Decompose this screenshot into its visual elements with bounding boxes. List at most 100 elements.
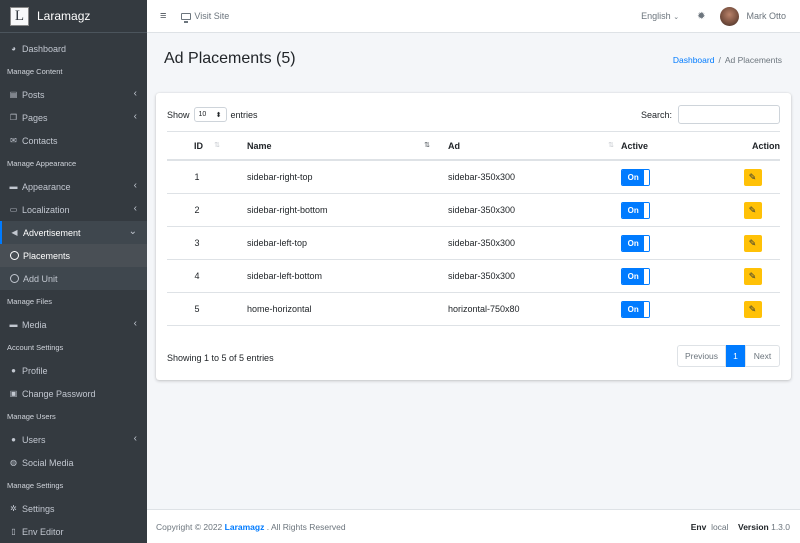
chevron-icon: ‹ [133, 318, 137, 329]
sidebar-item-settings[interactable]: ✲ Settings [0, 497, 147, 520]
sidebar-item-social-media[interactable]: ◍ Social Media [0, 451, 147, 474]
cell-name: sidebar-right-bottom [247, 205, 328, 215]
edit-button[interactable]: ✎ [743, 201, 762, 219]
avatar[interactable] [720, 6, 740, 26]
visit-site-label: Visit Site [194, 11, 230, 21]
sidebar-item-pages[interactable]: ❐ Pages ‹ [0, 106, 147, 129]
sidebar-subitem-add-unit[interactable]: Add Unit [0, 267, 147, 290]
pencil-icon: ✎ [748, 303, 757, 314]
language-dropdown[interactable]: English ⌄ [641, 11, 679, 21]
placements-table: ID ⇅ Name ⇅ Ad ⇅ Active Action 1 sidebar-rig… [167, 131, 780, 326]
sidebar-item-users[interactable]: ● Users ‹ [0, 428, 147, 451]
menu-toggle-icon[interactable]: ≡ [160, 10, 166, 22]
copyright: Copyright © 2022 Laramagz . All Rights R… [156, 521, 346, 532]
pencil-icon: ✎ [748, 270, 757, 281]
sidebar-item-localization[interactable]: ▭ Localization ‹ [0, 198, 147, 221]
sidebar-item-advertisement[interactable]: ◀ Advertisement ⌄ [0, 221, 147, 244]
page-length-select[interactable]: 10 ⬍ [193, 107, 227, 122]
chevron-icon: ‹ [133, 203, 137, 214]
users-icon: ● [11, 435, 16, 444]
toggle-label: On [622, 235, 645, 251]
cell-id: 3 [194, 238, 200, 248]
sidebar-item-media[interactable]: ▬ Media ‹ [0, 313, 147, 336]
table-row: 4 sidebar-left-bottom sidebar-350x300 On ✎ [167, 260, 780, 293]
active-toggle[interactable]: On [621, 234, 650, 252]
circle-icon [10, 274, 19, 283]
toggle-knob [644, 301, 649, 317]
photo-icon: ▬ [9, 320, 18, 329]
top-navbar: ≡ Visit Site English ⌄ ✹ Mark Otto [147, 0, 800, 33]
column-header-ad[interactable]: Ad ⇅ [437, 141, 621, 151]
chevron-icon: ‹ [133, 88, 137, 99]
sidebar-item-appearance[interactable]: ▬ Appearance ‹ [0, 175, 147, 198]
breadcrumb-dashboard-link[interactable]: Dashboard [673, 55, 715, 65]
sidebar-item-label: Users [22, 434, 46, 445]
theme-toggle-icon[interactable]: ✹ [697, 11, 705, 22]
sidebar-item-env-editor[interactable]: ▯ Env Editor [0, 520, 147, 543]
placements-card: Show 10 ⬍ entries Search: ID ⇅ Name ⇅ Ad ⇅ … [156, 93, 791, 380]
toggle-knob [644, 268, 649, 284]
brand-link[interactable]: L Laramagz [0, 0, 147, 33]
chevron-icon: ‹ [133, 180, 137, 191]
circle-icon [10, 251, 19, 260]
toggle-label: On [622, 202, 645, 218]
sidebar-item-profile[interactable]: ● Profile [0, 359, 147, 382]
cell-id: 1 [194, 172, 200, 182]
column-header-id[interactable]: ID ⇅ [167, 141, 227, 151]
sidebar-item-dashboard[interactable]: ◕ Dashboard [0, 37, 147, 60]
page-footer: Copyright © 2022 Laramagz . All Rights R… [147, 509, 800, 543]
sidebar-header: Manage Appearance [7, 159, 77, 168]
sidebar-item-label: Profile [22, 365, 48, 376]
sidebar-item-label: Appearance [22, 181, 71, 192]
active-toggle[interactable]: On [621, 267, 650, 285]
pencil-icon: ✎ [748, 171, 757, 182]
page-1-button[interactable]: 1 [726, 345, 745, 367]
user-icon: ● [11, 366, 16, 375]
sidebar-header: Manage Users [7, 412, 56, 421]
edit-button[interactable]: ✎ [743, 267, 762, 285]
visit-site-link[interactable]: Visit Site [181, 11, 230, 23]
previous-page-button[interactable]: Previous [677, 345, 726, 367]
version-info: Env local Version 1.3.0 [690, 521, 790, 532]
chevron-icon: ⌄ [128, 226, 137, 237]
search-label: Search: [640, 109, 672, 120]
cogs-icon: ✲ [10, 504, 17, 513]
edit-button[interactable]: ✎ [743, 234, 762, 252]
sort-active-icon: ⇅ [424, 141, 430, 149]
table-row: 2 sidebar-right-bottom sidebar-350x300 On ✎ [167, 194, 780, 227]
footer-brand-link[interactable]: Laramagz [225, 522, 265, 532]
paint-roller-icon: ▬ [9, 182, 18, 191]
language-icon: ▭ [9, 205, 18, 214]
page-length-control: Show 10 ⬍ entries [167, 107, 258, 122]
sidebar-item-contacts[interactable]: ✉ Contacts [0, 129, 147, 152]
sidebar-item-label: Pages [22, 112, 48, 123]
user-name[interactable]: Mark Otto [746, 11, 786, 21]
sidebar-item-label: Add Unit [23, 273, 58, 284]
edit-button[interactable]: ✎ [743, 300, 762, 318]
table-header: ID ⇅ Name ⇅ Ad ⇅ Active Action [167, 131, 780, 161]
cell-ad: sidebar-350x300 [448, 238, 516, 248]
edit-button[interactable]: ✎ [743, 168, 762, 186]
sidebar-item-posts[interactable]: ▤ Posts ‹ [0, 83, 147, 106]
active-toggle[interactable]: On [621, 300, 650, 318]
cell-id: 5 [194, 304, 200, 314]
sidebar: L Laramagz ◕ Dashboard Manage Content ▤ Post… [0, 0, 147, 543]
table-row: 5 home-horizontal horizontal-750x80 On ✎ [167, 293, 780, 326]
sidebar-subitem-placements[interactable]: Placements [0, 244, 147, 267]
cell-name: sidebar-left-bottom [247, 271, 323, 281]
sidebar-item-label: Social Media [22, 457, 74, 468]
search-input[interactable] [678, 105, 780, 124]
sidebar-item-change-password[interactable]: ▣ Change Password [0, 382, 147, 405]
next-page-button[interactable]: Next [745, 345, 780, 367]
active-toggle[interactable]: On [621, 201, 650, 219]
envelope-icon: ✉ [10, 136, 17, 145]
sidebar-item-label: Posts [22, 89, 45, 100]
column-header-name[interactable]: Name ⇅ [227, 141, 437, 151]
pagination: Previous 1 Next [677, 345, 780, 367]
sidebar-nav: ◕ Dashboard Manage Content ▤ Posts ‹ ❐ Pages ‹ ✉ C… [0, 33, 147, 543]
cell-id: 4 [194, 271, 200, 281]
sort-icon: ⇅ [214, 141, 220, 149]
sidebar-item-label: Placements [23, 250, 71, 261]
sidebar-item-label: Contacts [22, 135, 58, 146]
active-toggle[interactable]: On [621, 168, 650, 186]
